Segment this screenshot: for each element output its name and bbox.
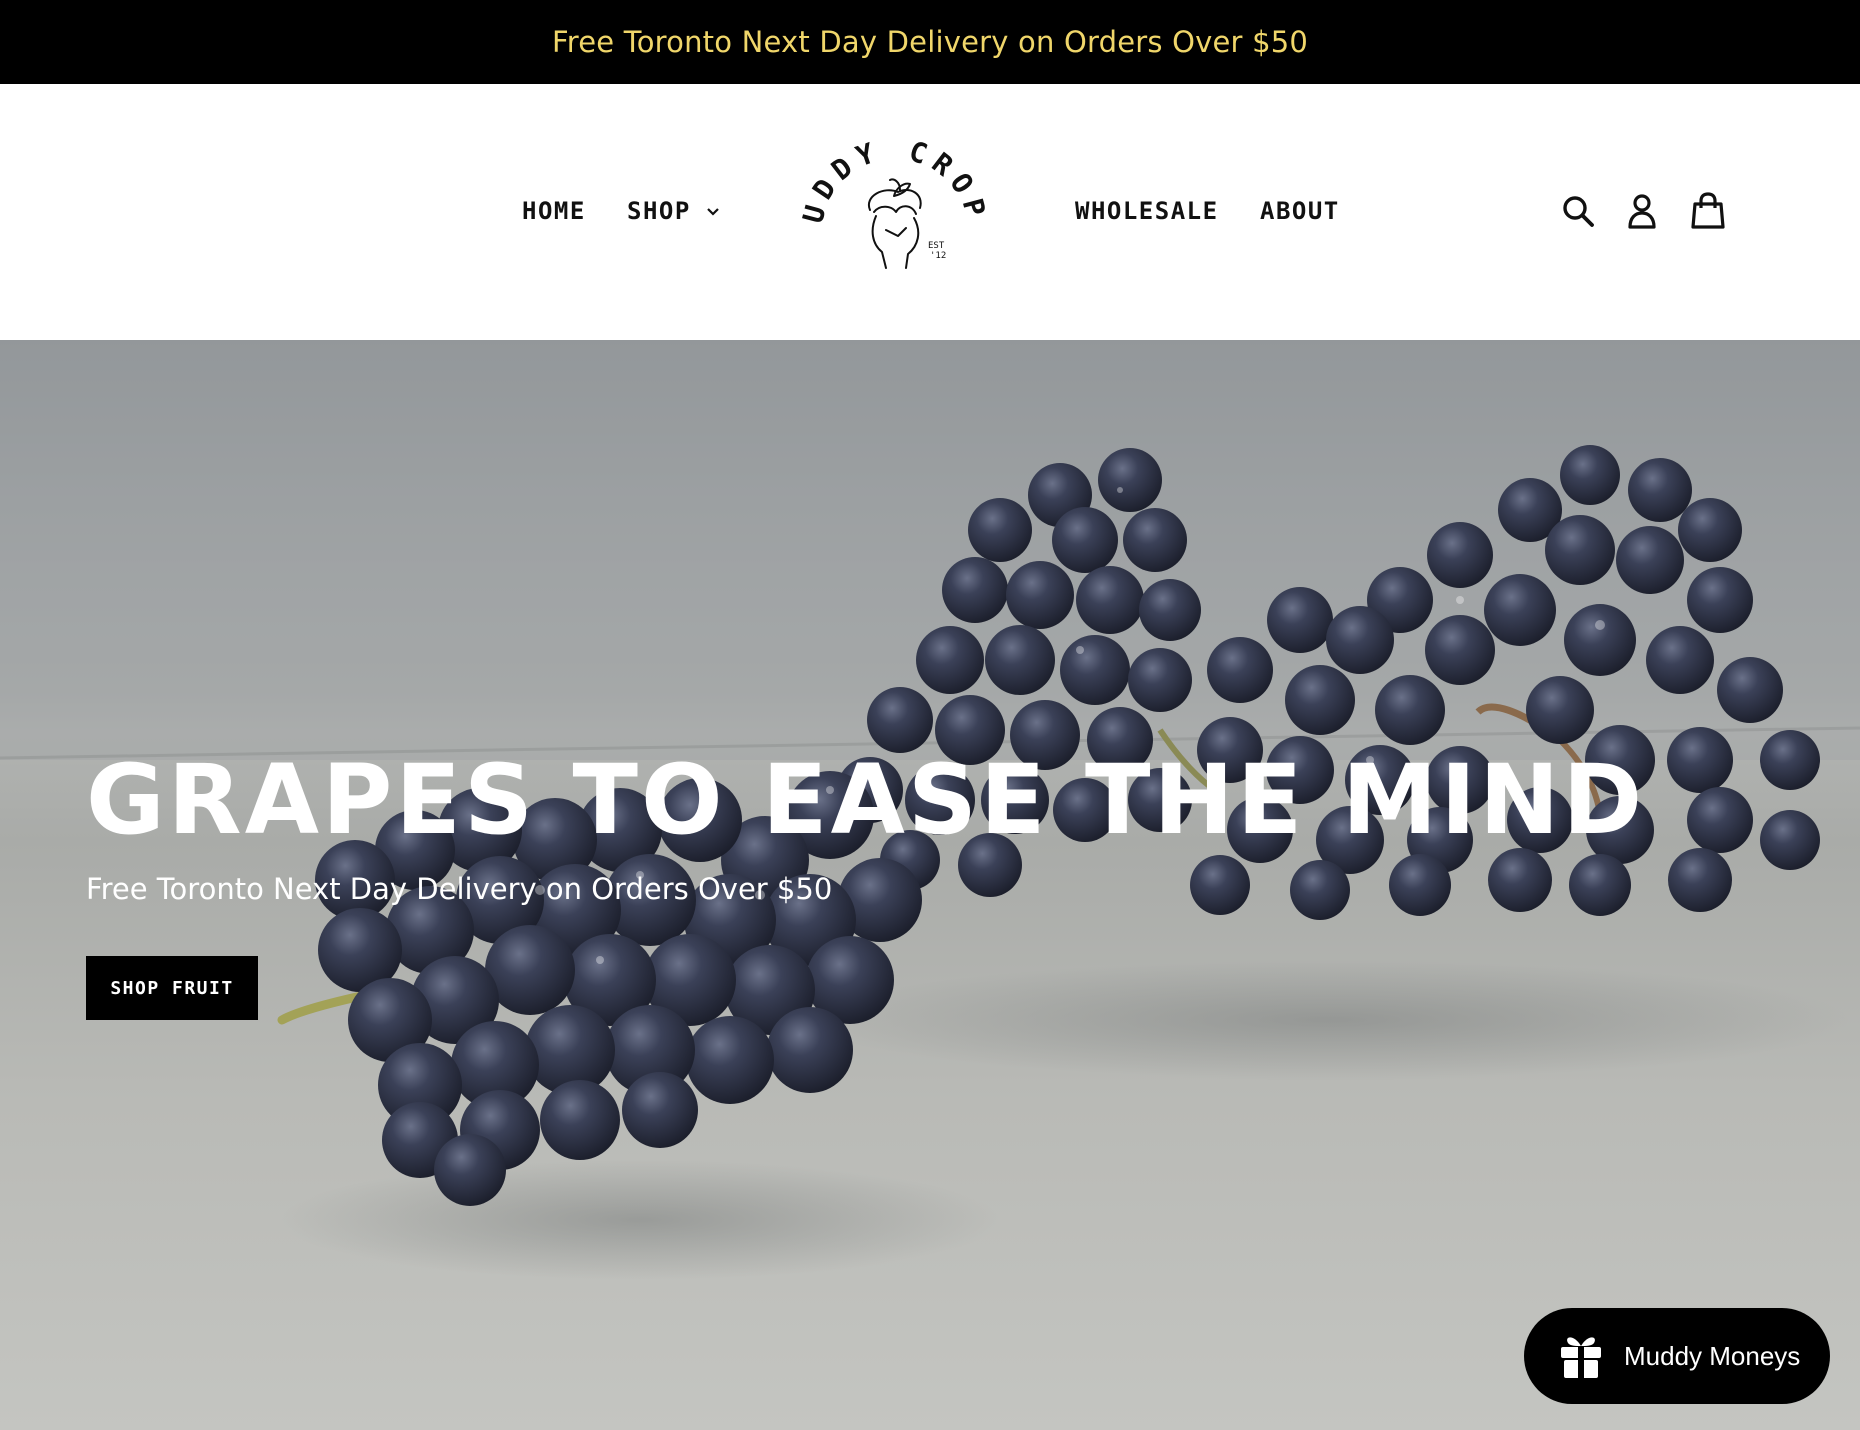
svg-text:EST: EST xyxy=(928,241,945,251)
gift-icon xyxy=(1561,1337,1601,1380)
nav-shop[interactable]: SHOP xyxy=(627,196,721,226)
announcement-text: Free Toronto Next Day Delivery on Orders… xyxy=(551,25,1309,59)
hero-subtitle: Free Toronto Next Day Delivery on Orders… xyxy=(86,872,833,906)
search-icon[interactable] xyxy=(1560,192,1596,230)
nav-home-label: HOME xyxy=(522,197,586,225)
svg-text:'12: '12 xyxy=(930,251,946,261)
rewards-button[interactable]: Muddy Moneys xyxy=(1524,1308,1830,1404)
logo[interactable]: MUDDY CROPS EST '12 xyxy=(800,132,990,282)
chevron-down-icon xyxy=(707,208,719,216)
nav-about-label: ABOUT xyxy=(1260,197,1340,225)
nav-about[interactable]: ABOUT xyxy=(1260,196,1340,226)
account-icon[interactable] xyxy=(1624,192,1660,230)
nav-wholesale[interactable]: WHOLESALE xyxy=(1075,196,1219,226)
nav-shop-label: SHOP xyxy=(627,197,691,225)
shop-fruit-button[interactable]: SHOP FRUIT xyxy=(86,956,258,1020)
hero-banner: GRAPES TO EASE THE MIND Free Toronto Nex… xyxy=(0,340,1860,1430)
nav-home[interactable]: HOME xyxy=(522,196,586,226)
announcement-bar: Free Toronto Next Day Delivery on Orders… xyxy=(0,0,1860,84)
shop-fruit-button-label: SHOP FRUIT xyxy=(110,977,234,999)
hero-title: GRAPES TO EASE THE MIND xyxy=(86,744,1646,856)
nav-wholesale-label: WHOLESALE xyxy=(1075,197,1219,225)
cart-icon[interactable] xyxy=(1690,192,1726,230)
rewards-label: Muddy Moneys xyxy=(1624,1340,1801,1371)
